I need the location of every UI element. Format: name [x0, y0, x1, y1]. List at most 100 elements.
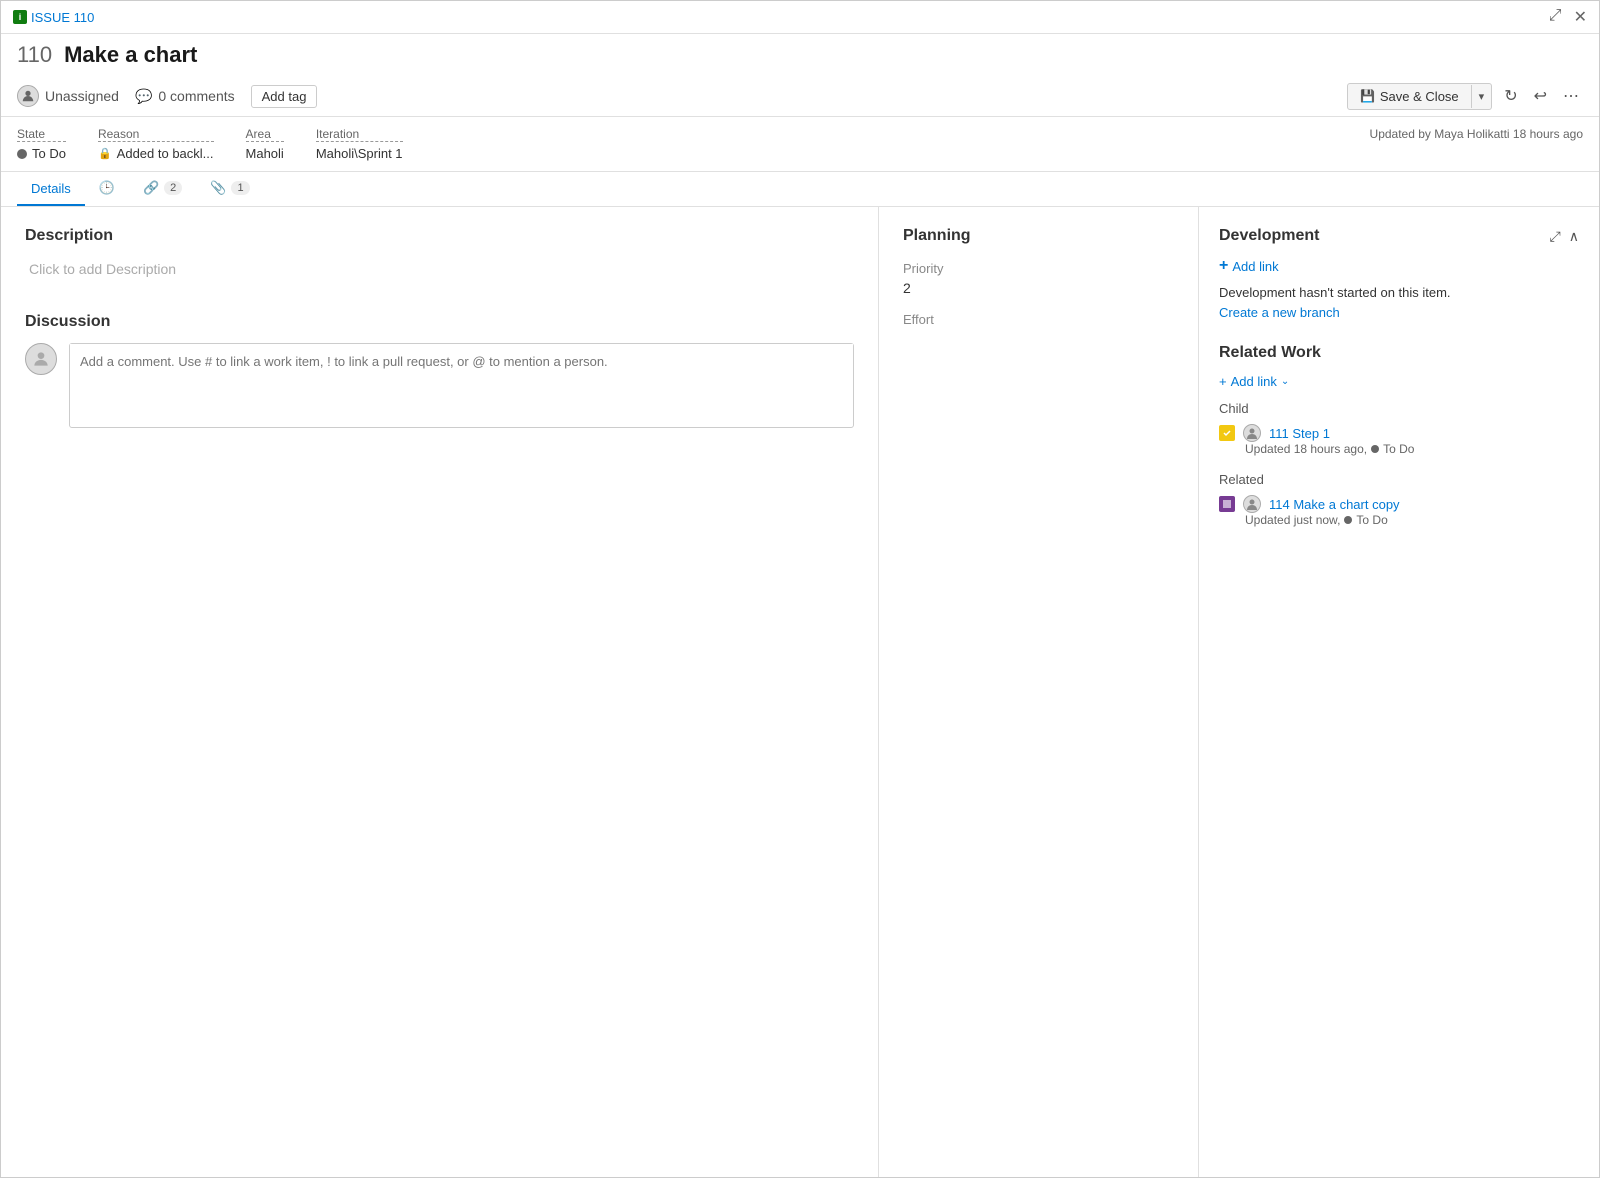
save-close-dropdown[interactable]: ▾ [1471, 85, 1492, 108]
effort-field: Effort [903, 312, 1174, 327]
related-work-add-link-plus: + [1219, 374, 1227, 389]
state-dot [17, 149, 27, 159]
development-add-link-button[interactable]: + Add link [1219, 257, 1279, 275]
development-add-link-label: Add link [1232, 259, 1278, 274]
issue-icon: i [13, 10, 27, 24]
attachments-count: 1 [231, 181, 249, 195]
reason-label: Reason [98, 127, 214, 142]
area-label: Area [246, 127, 284, 142]
close-icon[interactable]: ✕ [1574, 7, 1587, 27]
description-section: Description Click to add Description [25, 227, 854, 281]
discussion-title: Discussion [25, 313, 854, 331]
discussion-section: Discussion [25, 313, 854, 428]
more-options-button[interactable]: ⋯ [1559, 82, 1583, 110]
updated-info: Updated by Maya Holikatti 18 hours ago [1370, 127, 1583, 141]
comment-area [25, 343, 854, 428]
related-label: Related [1219, 472, 1579, 487]
create-branch-link[interactable]: Create a new branch [1219, 305, 1340, 320]
right-panel: Development ⤢ ∧ + Add link Development h… [1199, 207, 1599, 1177]
child-item-updated: Updated 18 hours ago, [1245, 442, 1367, 456]
area-value[interactable]: Maholi [246, 146, 284, 161]
area-text: Maholi [246, 146, 284, 161]
lock-icon: 🔒 [98, 147, 112, 160]
left-panel: Description Click to add Description Dis… [1, 207, 879, 1177]
tab-details[interactable]: Details [17, 173, 85, 206]
fields-bar: State To Do Reason 🔒 Added to backl... A… [1, 117, 1599, 172]
related-work-header: Related Work [1219, 344, 1579, 362]
effort-label: Effort [903, 312, 1174, 327]
state-label: State [17, 127, 66, 142]
window-controls: ⤢ ✕ [1549, 7, 1587, 27]
add-tag-button[interactable]: Add tag [251, 85, 318, 108]
history-icon: 🕒 [99, 180, 115, 196]
tab-attachments[interactable]: 📎 1 [196, 172, 263, 206]
iteration-text: Maholi\Sprint 1 [316, 146, 403, 161]
comments-count[interactable]: 0 comments [158, 88, 234, 104]
related-item-row: 114 Make a chart copy [1219, 495, 1579, 513]
development-header: Development ⤢ ∧ [1219, 227, 1579, 245]
work-item-window: i ISSUE 110 ⤢ ✕ 110 Make a chart Unassig… [0, 0, 1600, 1178]
planning-title: Planning [903, 227, 1174, 245]
user-avatar-small [17, 85, 39, 107]
attachment-icon: 📎 [210, 180, 226, 196]
child-category: Child 111 Step 1 Updated 18 [1219, 401, 1579, 456]
priority-label: Priority [903, 261, 1174, 276]
related-work-title: Related Work [1219, 344, 1321, 362]
child-item-link[interactable]: 111 Step 1 [1269, 426, 1330, 441]
child-item-status-dot [1371, 445, 1379, 453]
related-category: Related 114 Make a chart copy [1219, 472, 1579, 527]
related-work-dropdown-arrow: ⌄ [1281, 376, 1289, 387]
save-close-main[interactable]: 💾 Save & Close [1348, 84, 1471, 109]
comments-section[interactable]: 💬 0 comments [135, 88, 235, 105]
child-item-avatar [1243, 424, 1261, 442]
child-item-111: 111 Step 1 Updated 18 hours ago, To Do [1219, 424, 1579, 456]
tabs-bar: Details 🕒 🔗 2 📎 1 [1, 172, 1599, 207]
comment-input-wrapper[interactable] [69, 343, 854, 428]
iteration-label: Iteration [316, 127, 403, 142]
related-item-114: 114 Make a chart copy Updated just now, … [1219, 495, 1579, 527]
save-close-label: Save & Close [1380, 89, 1459, 104]
related-work-add-link-label: Add link [1231, 374, 1277, 389]
development-header-icons: ⤢ ∧ [1550, 228, 1579, 245]
main-content: Description Click to add Description Dis… [1, 207, 1599, 1177]
child-item-meta: Updated 18 hours ago, To Do [1245, 442, 1579, 456]
iteration-field-group: Iteration Maholi\Sprint 1 [316, 127, 403, 161]
issue-link-text[interactable]: ISSUE 110 [31, 10, 94, 25]
task-checkbox-icon [1219, 425, 1235, 441]
links-count: 2 [164, 181, 182, 195]
related-item-status: To Do [1356, 513, 1387, 527]
state-value[interactable]: To Do [17, 146, 66, 161]
state-field-group: State To Do [17, 127, 66, 161]
priority-value[interactable]: 2 [903, 280, 1174, 296]
iteration-value[interactable]: Maholi\Sprint 1 [316, 146, 403, 161]
expand-icon[interactable]: ⤢ [1549, 7, 1562, 27]
title-row: 110 Make a chart [1, 34, 1599, 76]
issue-title[interactable]: Make a chart [64, 42, 197, 68]
assignee-section[interactable]: Unassigned [17, 85, 119, 107]
discussion-user-avatar [25, 343, 57, 375]
feature-type-icon [1219, 496, 1235, 512]
description-title: Description [25, 227, 854, 245]
issue-link[interactable]: i ISSUE 110 [13, 10, 94, 25]
issue-number: 110 [17, 42, 52, 68]
development-collapse-button[interactable]: ∧ [1569, 228, 1579, 245]
undo-button[interactable]: ↩ [1530, 82, 1551, 110]
child-label: Child [1219, 401, 1579, 416]
related-item-status-dot [1344, 516, 1352, 524]
comment-input[interactable] [70, 344, 853, 424]
tab-history[interactable]: 🕒 [85, 172, 129, 206]
planning-panel: Planning Priority 2 Effort [879, 207, 1199, 1177]
reason-value[interactable]: 🔒 Added to backl... [98, 146, 214, 161]
related-work-add-link-button[interactable]: + Add link ⌄ [1219, 374, 1289, 389]
related-item-meta: Updated just now, To Do [1245, 513, 1579, 527]
description-placeholder[interactable]: Click to add Description [25, 257, 854, 281]
toolbar-right: 💾 Save & Close ▾ ↻ ↩ ⋯ [1347, 82, 1583, 110]
development-title: Development [1219, 227, 1319, 245]
tab-links[interactable]: 🔗 2 [129, 172, 196, 206]
development-add-link-plus: + [1219, 257, 1228, 275]
assignee-label[interactable]: Unassigned [45, 88, 119, 104]
related-item-link[interactable]: 114 Make a chart copy [1269, 497, 1400, 512]
development-expand-button[interactable]: ⤢ [1550, 228, 1561, 245]
refresh-button[interactable]: ↻ [1500, 82, 1521, 110]
save-close-button[interactable]: 💾 Save & Close ▾ [1347, 83, 1492, 110]
